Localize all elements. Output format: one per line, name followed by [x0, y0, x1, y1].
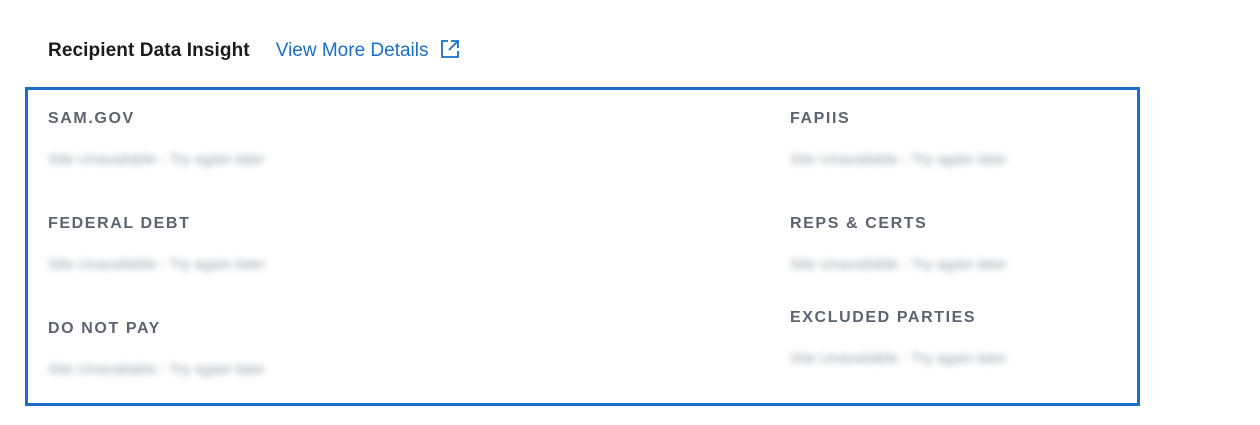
field-label: REPS & CERTS: [790, 215, 928, 232]
view-more-details-link[interactable]: View More Details: [276, 40, 461, 62]
field-sam-gov: SAM.GOV Site Unavailable - Try again lat…: [48, 110, 368, 168]
section-header: Recipient Data Insight View More Details: [48, 36, 461, 66]
section-title: Recipient Data Insight: [48, 40, 250, 61]
field-federal-debt: FEDERAL DEBT Site Unavailable - Try agai…: [48, 215, 368, 273]
field-do-not-pay: DO NOT PAY Site Unavailable - Try again …: [48, 320, 368, 378]
data-insight-panel: SAM.GOV Site Unavailable - Try again lat…: [25, 87, 1140, 406]
field-fapiis: FAPIIS Site Unavailable - Try again late…: [790, 110, 1110, 168]
field-label: DO NOT PAY: [48, 320, 161, 337]
field-label: SAM.GOV: [48, 110, 135, 127]
field-value: Site Unavailable - Try again later: [790, 256, 1007, 273]
field-value: Site Unavailable - Try again later: [48, 151, 265, 168]
field-value: Site Unavailable - Try again later: [48, 256, 265, 273]
field-label: EXCLUDED PARTIES: [790, 309, 977, 326]
field-reps-certs: REPS & CERTS Site Unavailable - Try agai…: [790, 215, 1110, 273]
field-value: Site Unavailable - Try again later: [48, 361, 265, 378]
field-value: Site Unavailable - Try again later: [790, 350, 1007, 367]
field-value: Site Unavailable - Try again later: [790, 151, 1007, 168]
field-excluded-parties: EXCLUDED PARTIES Site Unavailable - Try …: [790, 309, 1110, 367]
field-label: FAPIIS: [790, 110, 851, 127]
field-label: FEDERAL DEBT: [48, 215, 191, 232]
view-more-details-label: View More Details: [275, 40, 429, 61]
external-link-icon: [439, 38, 461, 60]
